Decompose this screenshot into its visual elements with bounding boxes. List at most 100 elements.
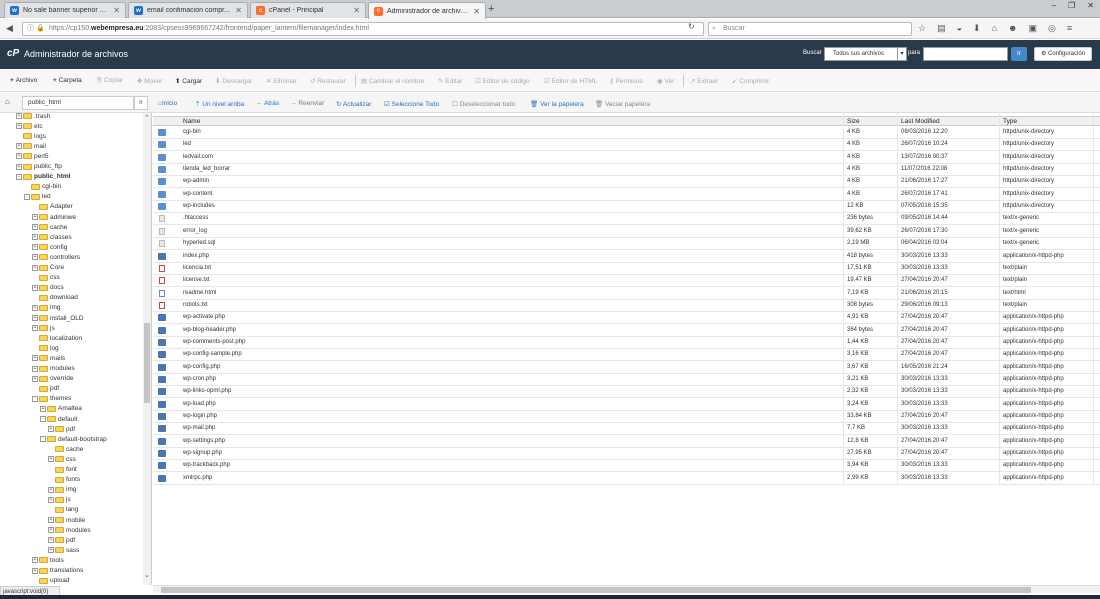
code-editor-button[interactable]: ☑ Editor de código bbox=[475, 77, 530, 85]
html-editor-button[interactable]: ☑ Editor de HTML bbox=[544, 77, 597, 85]
browser-tab-active[interactable]: c Administrador de archivos... ✕ bbox=[368, 2, 486, 19]
expand-icon[interactable]: + bbox=[16, 113, 22, 119]
close-icon[interactable]: ✕ bbox=[353, 6, 360, 15]
tree-folder[interactable]: cgi-bin bbox=[24, 182, 61, 192]
search-go-button[interactable]: Ir bbox=[1011, 47, 1027, 61]
tree-folder[interactable]: log bbox=[32, 343, 59, 353]
tree-folder[interactable]: lang bbox=[48, 505, 78, 515]
home-icon[interactable]: ⌂ bbox=[5, 97, 17, 109]
tree-folder[interactable]: - themes bbox=[32, 394, 71, 404]
file-row[interactable]: license.txt 19,47 KB 27/04/2016 20:47 text/… bbox=[153, 275, 1100, 288]
edit-button[interactable]: ✎ Editar bbox=[438, 77, 462, 85]
pocket-icon[interactable]: ◒ bbox=[957, 23, 962, 34]
bookmark-star-icon[interactable]: ☆ bbox=[918, 23, 926, 34]
close-window-icon[interactable]: ✕ bbox=[1087, 1, 1094, 10]
column-header-modified[interactable]: Last Modified bbox=[901, 118, 940, 125]
chat-icon[interactable]: ☻ bbox=[1008, 23, 1017, 34]
tree-folder[interactable]: + mail bbox=[16, 141, 46, 151]
file-row[interactable]: wp-admin 4 KB 21/06/2016 17:27 httpd/unix-d… bbox=[153, 176, 1100, 189]
scroll-up-icon[interactable]: ⌃ bbox=[144, 114, 150, 122]
tree-folder[interactable]: + .trash bbox=[16, 113, 50, 121]
tree-folder[interactable]: cache bbox=[48, 444, 83, 454]
tree-folder[interactable]: + pdf bbox=[48, 535, 75, 545]
maximize-icon[interactable]: ❐ bbox=[1068, 1, 1075, 10]
tree-folder[interactable]: - public_html bbox=[16, 172, 70, 182]
column-header-type[interactable]: Type bbox=[1003, 118, 1017, 125]
rename-button[interactable]: ▤ Cambiar el nombre bbox=[361, 77, 424, 85]
menu-icon[interactable]: ≡ bbox=[1067, 23, 1072, 34]
collapse-icon[interactable]: - bbox=[32, 395, 38, 402]
tree-folder[interactable]: css bbox=[32, 273, 60, 283]
browser-tab[interactable]: c cPanel - Principal ✕ bbox=[250, 2, 366, 18]
tree-folder[interactable]: + sass bbox=[48, 545, 79, 555]
browser-search-input[interactable]: ⌕ Buscar bbox=[708, 22, 912, 36]
file-row[interactable]: wp-signup.php 27,95 KB 27/04/2016 20:47 app… bbox=[153, 448, 1100, 461]
file-row[interactable]: robots.txt 308 bytes 29/06/2016 09:13 text/… bbox=[153, 300, 1100, 312]
file-row[interactable]: wp-links-opml.php 2,32 KB 30/03/2016 13:33… bbox=[153, 386, 1100, 399]
expand-icon[interactable]: + bbox=[32, 264, 38, 271]
forward-button[interactable]: → Reenviar bbox=[290, 100, 324, 107]
tree-folder[interactable]: + public_ftp bbox=[16, 162, 62, 172]
file-row[interactable]: wp-activate.php 4,91 KB 27/04/2016 20:47 ap… bbox=[153, 312, 1100, 325]
tree-folder[interactable]: + mails bbox=[32, 353, 65, 363]
scroll-down-icon[interactable]: ⌄ bbox=[144, 571, 150, 579]
home-nav-button[interactable]: ⌂Inicio bbox=[158, 100, 177, 107]
file-row[interactable]: ledvail.com 4 KB 13/07/2016 00:37 httpd/uni… bbox=[153, 152, 1100, 164]
tree-folder[interactable]: + css bbox=[48, 454, 76, 464]
tree-folder[interactable]: logs bbox=[16, 131, 46, 141]
upload-button[interactable]: ⬆ Cargar bbox=[175, 77, 202, 85]
close-icon[interactable]: ✕ bbox=[473, 7, 480, 16]
tree-folder[interactable]: + Amaltea bbox=[40, 404, 82, 414]
move-button[interactable]: ✥ Mover bbox=[137, 77, 162, 85]
expand-icon[interactable]: + bbox=[48, 547, 54, 554]
file-row[interactable]: wp-trackback.php 3,94 KB 30/03/2016 13:33 a… bbox=[153, 460, 1100, 473]
collapse-icon[interactable]: - bbox=[24, 193, 30, 200]
expand-icon[interactable]: + bbox=[32, 557, 38, 564]
tree-folder[interactable]: + img bbox=[48, 485, 76, 495]
tree-scrollbar-thumb[interactable] bbox=[144, 323, 150, 403]
tree-folder[interactable]: + js bbox=[32, 323, 55, 333]
tree-folder[interactable]: + Core bbox=[32, 263, 64, 273]
expand-icon[interactable]: + bbox=[16, 143, 22, 150]
select-all-button[interactable]: ☑ Seleccione Todo bbox=[384, 100, 439, 108]
download-button[interactable]: ⬇ Descargar bbox=[215, 77, 252, 85]
expand-icon[interactable]: + bbox=[48, 527, 54, 534]
collapse-icon[interactable]: - bbox=[40, 416, 46, 422]
tree-folder[interactable]: + install_OLD bbox=[32, 313, 84, 323]
expand-icon[interactable]: + bbox=[48, 537, 54, 544]
file-row[interactable]: wp-login.php 33,84 KB 27/04/2016 20:47 appl… bbox=[153, 411, 1100, 424]
tree-folder[interactable]: + classes bbox=[32, 232, 72, 242]
tree-folder[interactable]: + docs bbox=[32, 283, 64, 293]
file-row[interactable]: wp-comments-post.php 1,44 KB 27/04/2016 20… bbox=[153, 337, 1100, 349]
tree-folder[interactable]: + etc bbox=[16, 121, 43, 131]
empty-trash-button[interactable]: 🗑 Vaciar papelera bbox=[595, 100, 650, 108]
expand-icon[interactable]: + bbox=[32, 214, 38, 220]
minimize-icon[interactable]: – bbox=[1052, 1, 1056, 10]
extension-icon[interactable]: ◎ bbox=[1048, 23, 1056, 34]
permissions-button[interactable]: ⚷ Permisos bbox=[609, 77, 643, 85]
tree-folder[interactable]: - led bbox=[24, 192, 51, 202]
expand-icon[interactable]: + bbox=[48, 486, 54, 493]
column-header-size[interactable]: Size bbox=[847, 118, 860, 125]
expand-icon[interactable]: + bbox=[16, 123, 22, 130]
tree-folder[interactable]: + mobile bbox=[48, 515, 85, 525]
tree-folder[interactable]: + modules bbox=[32, 364, 75, 374]
restore-button[interactable]: ↺ Restaurar bbox=[310, 77, 346, 85]
expand-icon[interactable]: + bbox=[32, 244, 38, 251]
back-icon[interactable]: ◀ bbox=[6, 23, 13, 34]
path-input[interactable]: public_html bbox=[22, 96, 134, 110]
expand-icon[interactable]: + bbox=[32, 224, 38, 231]
tree-folder[interactable]: download bbox=[32, 293, 78, 303]
tree-folder[interactable]: + cache bbox=[32, 222, 67, 232]
file-row[interactable]: hyperled.sql 2,19 MB 06/04/2016 03:04 text/… bbox=[153, 238, 1100, 251]
expand-icon[interactable]: + bbox=[32, 254, 38, 261]
file-row[interactable]: tienda_led_borrar 4 KB 11/07/2016 22:08 htt… bbox=[153, 164, 1100, 177]
download-icon[interactable]: ⬇ bbox=[973, 23, 981, 34]
screenshot-icon[interactable]: ▣ bbox=[1029, 23, 1038, 34]
tree-folder[interactable]: + perl5 bbox=[16, 151, 48, 161]
file-row[interactable]: xmlrpc.php 2,99 KB 30/03/2016 13:33 applica… bbox=[153, 473, 1100, 485]
up-one-level-button[interactable]: ⇡ Un nivel arriba bbox=[195, 100, 244, 108]
browser-tab[interactable]: w No sale banner superior A... ✕ bbox=[4, 2, 126, 18]
expand-icon[interactable]: + bbox=[16, 163, 22, 170]
browser-tab[interactable]: w email confimacion compr... ✕ bbox=[128, 2, 248, 18]
